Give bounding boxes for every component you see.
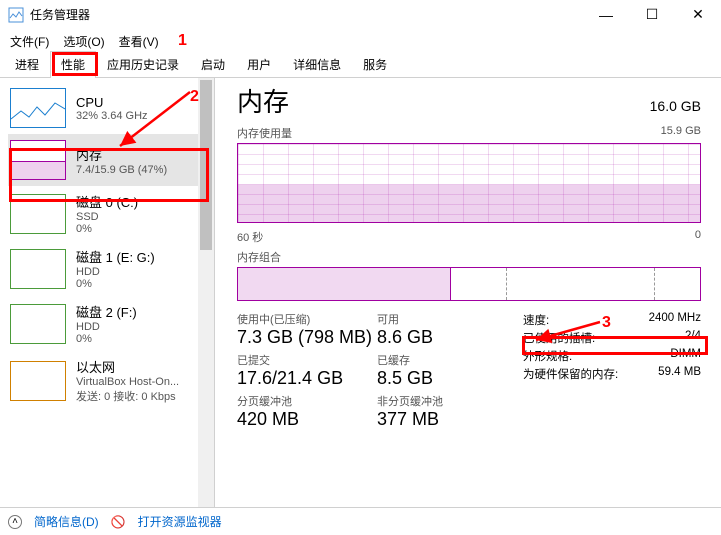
- chart-xaxis: 60 秒 0: [237, 229, 701, 245]
- main-panel: 内存 16.0 GB 内存使用量 15.9 GB 60 秒 0 内存组合 使用中…: [215, 78, 721, 507]
- slots-label: 已使用的插槽:: [523, 330, 595, 346]
- reserved-label: 为硬件保留的内存:: [523, 366, 618, 382]
- reserved-value: 59.4 MB: [658, 366, 701, 382]
- sidebar-item-label: 磁盘 0 (C:): [76, 192, 138, 211]
- footer: ˄ 简略信息(D) 🚫 打开资源监视器: [0, 507, 721, 535]
- sidebar-item-sub: HDD: [76, 266, 155, 278]
- paged-value: 420 MB: [237, 409, 377, 430]
- scrollbar[interactable]: [198, 78, 214, 507]
- cached-value: 8.5 GB: [377, 368, 517, 389]
- collapse-icon[interactable]: ˄: [8, 515, 22, 529]
- sidebar-item-label: 磁盘 1 (E: G:): [76, 247, 155, 266]
- sidebar-item-sub2: 0%: [76, 278, 155, 290]
- tab-performance[interactable]: 性能: [50, 51, 96, 77]
- speed-value: 2400 MHz: [649, 312, 701, 328]
- app-icon: [8, 7, 24, 23]
- menubar: 文件(F) 选项(O) 查看(V): [0, 30, 721, 52]
- tab-services[interactable]: 服务: [352, 51, 398, 77]
- content: CPU 32% 3.64 GHz 内存 7.4/15.9 GB (47%) 磁盘…: [0, 78, 721, 507]
- disk-thumb-icon: [10, 304, 66, 344]
- sidebar-item-info: CPU 32% 3.64 GHz: [76, 95, 148, 122]
- prohibit-icon: 🚫: [111, 515, 126, 529]
- cpu-thumb-icon: [10, 88, 66, 128]
- sidebar: CPU 32% 3.64 GHz 内存 7.4/15.9 GB (47%) 磁盘…: [0, 78, 215, 507]
- main-header: 内存 16.0 GB: [237, 82, 701, 119]
- form-label: 外形规格:: [523, 348, 572, 364]
- stats-left: 使用中(已压缩) 7.3 GB (798 MB) 可用 8.6 GB 已提交 1…: [237, 311, 517, 430]
- sidebar-item-label: 内存: [76, 145, 167, 164]
- tab-users[interactable]: 用户: [236, 51, 282, 77]
- sidebar-item-sub2: 0%: [76, 223, 138, 235]
- sidebar-item-disk0[interactable]: 磁盘 0 (C:) SSD 0%: [8, 186, 214, 241]
- sidebar-item-info: 磁盘 0 (C:) SSD 0%: [76, 192, 138, 235]
- sidebar-item-sub: 32% 3.64 GHz: [76, 110, 148, 122]
- sidebar-item-sub: HDD: [76, 321, 137, 333]
- sidebar-item-memory[interactable]: 内存 7.4/15.9 GB (47%): [8, 134, 214, 186]
- xaxis-left: 60 秒: [237, 229, 263, 245]
- committed-label: 已提交: [237, 352, 377, 368]
- nonpaged-label: 非分页缓冲池: [377, 393, 517, 409]
- tab-processes[interactable]: 进程: [4, 51, 50, 77]
- sidebar-item-sub: 7.4/15.9 GB (47%): [76, 164, 167, 176]
- in-use-value: 7.3 GB (798 MB): [237, 327, 377, 348]
- sidebar-item-disk2[interactable]: 磁盘 2 (F:) HDD 0%: [8, 296, 214, 351]
- sidebar-item-sub2: 发送: 0 接收: 0 Kbps: [76, 388, 179, 404]
- sidebar-item-label: 以太网: [76, 357, 179, 376]
- tab-startup[interactable]: 启动: [190, 51, 236, 77]
- chart-usage-label: 内存使用量: [237, 125, 292, 141]
- scrollbar-thumb[interactable]: [200, 80, 212, 250]
- tab-details[interactable]: 详细信息: [282, 51, 352, 77]
- open-resource-monitor-link[interactable]: 打开资源监视器: [138, 513, 222, 530]
- in-use-label: 使用中(已压缩): [237, 311, 377, 327]
- memory-usage-chart: [237, 143, 701, 223]
- sidebar-item-info: 内存 7.4/15.9 GB (47%): [76, 145, 167, 176]
- window-title: 任务管理器: [30, 6, 90, 23]
- sidebar-item-label: CPU: [76, 95, 148, 110]
- sidebar-item-label: 磁盘 2 (F:): [76, 302, 137, 321]
- brief-info-link[interactable]: 简略信息(D): [34, 513, 99, 530]
- memory-total: 16.0 GB: [650, 98, 701, 114]
- cached-label: 已缓存: [377, 352, 517, 368]
- chart-usage-max: 15.9 GB: [661, 125, 701, 141]
- maximize-button[interactable]: ☐: [629, 0, 675, 30]
- menu-file[interactable]: 文件(F): [4, 31, 55, 52]
- composition-label-row: 内存组合: [237, 249, 701, 265]
- sidebar-item-cpu[interactable]: CPU 32% 3.64 GHz: [8, 82, 214, 134]
- chart-label-row: 内存使用量 15.9 GB: [237, 125, 701, 141]
- composition-label: 内存组合: [237, 249, 281, 265]
- committed-value: 17.6/21.4 GB: [237, 368, 377, 389]
- nonpaged-value: 377 MB: [377, 409, 517, 430]
- minimize-button[interactable]: —: [583, 0, 629, 30]
- sidebar-item-sub: SSD: [76, 211, 138, 223]
- disk-thumb-icon: [10, 194, 66, 234]
- sidebar-item-disk1[interactable]: 磁盘 1 (E: G:) HDD 0%: [8, 241, 214, 296]
- available-label: 可用: [377, 311, 517, 327]
- titlebar: 任务管理器 — ☐ ✕: [0, 0, 721, 30]
- close-button[interactable]: ✕: [675, 0, 721, 30]
- available-value: 8.6 GB: [377, 327, 517, 348]
- window-controls: — ☐ ✕: [583, 0, 721, 30]
- sidebar-item-info: 磁盘 2 (F:) HDD 0%: [76, 302, 137, 345]
- form-value: DIMM: [670, 348, 701, 364]
- sidebar-item-sub2: 0%: [76, 333, 137, 345]
- page-title: 内存: [237, 82, 289, 119]
- paged-label: 分页缓冲池: [237, 393, 377, 409]
- sidebar-item-info: 以太网 VirtualBox Host-On... 发送: 0 接收: 0 Kb…: [76, 357, 179, 404]
- slots-value: 2/4: [685, 330, 701, 346]
- memory-thumb-icon: [10, 140, 66, 180]
- tab-app-history[interactable]: 应用历史记录: [96, 51, 190, 77]
- speed-label: 速度:: [523, 312, 549, 328]
- ethernet-thumb-icon: [10, 361, 66, 401]
- tab-strip: 进程 性能 应用历史记录 启动 用户 详细信息 服务: [0, 52, 721, 78]
- sidebar-item-info: 磁盘 1 (E: G:) HDD 0%: [76, 247, 155, 290]
- stats-right: 速度: 2400 MHz 已使用的插槽: 2/4 外形规格: DIMM 为硬件保留的内…: [523, 311, 701, 430]
- memory-composition-chart: [237, 267, 701, 301]
- menu-view[interactable]: 查看(V): [113, 31, 165, 52]
- stats: 使用中(已压缩) 7.3 GB (798 MB) 可用 8.6 GB 已提交 1…: [237, 311, 701, 430]
- menu-options[interactable]: 选项(O): [57, 31, 110, 52]
- sidebar-item-ethernet[interactable]: 以太网 VirtualBox Host-On... 发送: 0 接收: 0 Kb…: [8, 351, 214, 410]
- disk-thumb-icon: [10, 249, 66, 289]
- sidebar-item-sub: VirtualBox Host-On...: [76, 376, 179, 388]
- xaxis-right: 0: [695, 229, 701, 245]
